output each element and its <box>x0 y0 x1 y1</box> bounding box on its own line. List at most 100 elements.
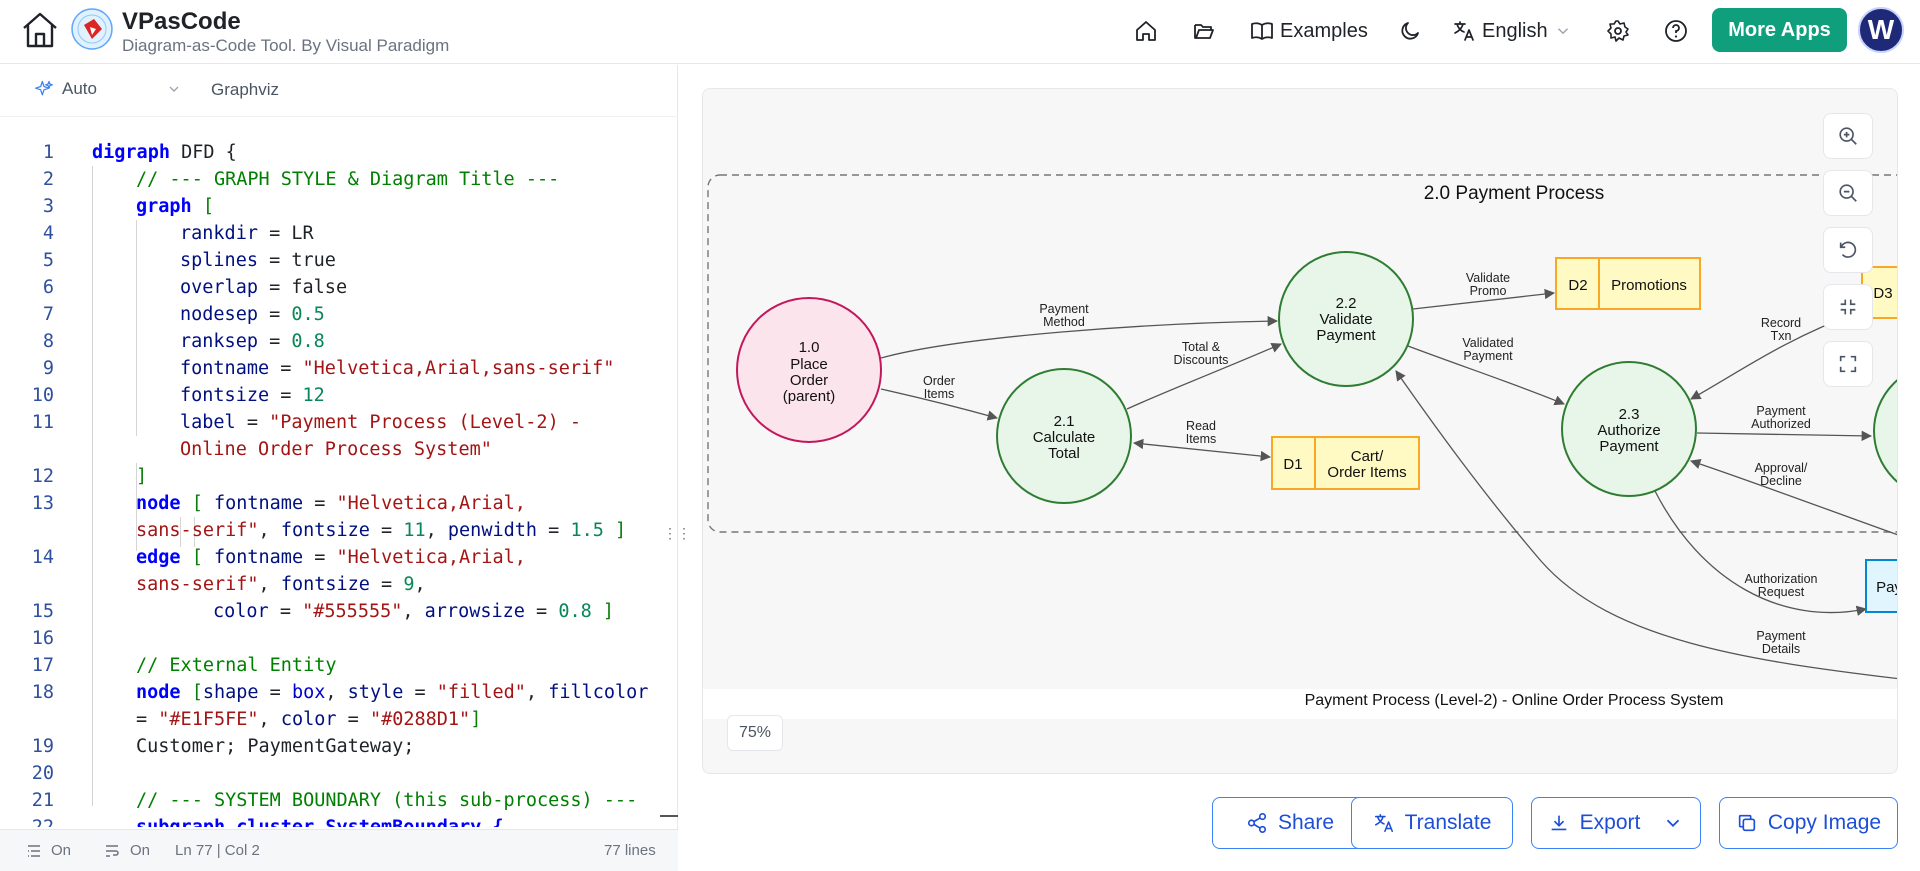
export-label: Export <box>1579 811 1641 834</box>
line-count: 77 lines <box>604 842 656 859</box>
mode-select[interactable]: Auto <box>34 79 97 99</box>
edge-label: Txn <box>1771 329 1792 343</box>
node-label: 1.0 <box>799 339 820 356</box>
mode-label: Auto <box>62 79 97 98</box>
fullscreen-icon <box>1839 355 1857 373</box>
store-id: D1 <box>1283 456 1302 473</box>
store-name: Cart/ <box>1351 448 1384 465</box>
examples-button[interactable]: Examples <box>1250 14 1368 48</box>
edge-label: Validated <box>1462 336 1513 350</box>
edge-label: Details <box>1762 642 1800 656</box>
node-label: Place <box>790 356 828 373</box>
settings-button[interactable] <box>1606 14 1630 48</box>
edge-label: Payment <box>1039 302 1089 316</box>
house-icon <box>1136 21 1156 41</box>
book-open-icon <box>1251 22 1273 40</box>
horizontal-scrollbar[interactable] <box>660 815 678 817</box>
download-icon <box>1551 815 1566 831</box>
edge-label: Authorization <box>1745 572 1818 586</box>
edge-label: Promo <box>1470 284 1507 298</box>
share-label: Share <box>1277 811 1335 834</box>
engine-select[interactable]: Graphviz <box>211 80 279 100</box>
export-button[interactable]: Export <box>1531 797 1701 849</box>
translate-label: Translate <box>1404 811 1492 834</box>
wrap-text-icon <box>106 845 119 857</box>
store-name: Promotions <box>1611 277 1687 294</box>
translate-icon <box>1374 813 1393 833</box>
app-title: VPasCode <box>122 8 241 35</box>
edge-label: Method <box>1043 315 1085 329</box>
status-bar: On On Ln 77 | Col 2 77 lines <box>0 829 678 871</box>
minimize-arrows-icon <box>1840 299 1856 315</box>
translate-button[interactable]: Translate <box>1351 797 1513 849</box>
pane-resize-handle[interactable]: ⋮⋮ <box>663 520 691 546</box>
edge-label: Discounts <box>1174 353 1229 367</box>
minimap-status[interactable]: On <box>130 842 150 859</box>
copy-image-label: Copy Image <box>1767 811 1882 834</box>
entity-label: Pay <box>1876 579 1898 596</box>
indent-guide <box>92 166 93 806</box>
edge-label: Total & <box>1182 340 1221 354</box>
code-editor-pane: Auto Graphviz 1 digraph DFD { 2// --- GRA… <box>0 65 691 871</box>
copy-image-button[interactable]: Copy Image <box>1719 797 1898 849</box>
node-label: Payment <box>1316 327 1376 344</box>
code-area[interactable]: 1 digraph DFD { 2// --- GRAPH STYLE & Dia… <box>0 139 666 827</box>
theme-toggle-button[interactable] <box>1398 14 1422 48</box>
app-subtitle: Diagram-as-Code Tool. By Visual Paradigm <box>122 36 450 55</box>
home-icon[interactable] <box>20 10 60 50</box>
reset-view-button[interactable] <box>1823 227 1873 273</box>
edge-label: Decline <box>1760 474 1802 488</box>
share-icon <box>1247 813 1267 833</box>
store-id: D3 <box>1873 285 1892 302</box>
rotate-ccw-icon <box>1839 241 1857 258</box>
edge-label: Request <box>1758 585 1805 599</box>
edge-label: Validate <box>1466 271 1510 285</box>
store-name: Order Items <box>1327 464 1406 481</box>
app-logo <box>71 8 113 50</box>
open-folder-button[interactable] <box>1192 14 1216 48</box>
node-label: Total <box>1048 445 1080 462</box>
sparkle-icon <box>35 80 53 96</box>
chevron-down-icon <box>1557 28 1568 35</box>
node-label: Authorize <box>1597 422 1660 439</box>
diagram-footer-label: Payment Process (Level-2) - Online Order… <box>1305 692 1724 709</box>
share-button[interactable]: Share <box>1212 797 1368 849</box>
node-label: Order <box>790 372 828 389</box>
fullscreen-button[interactable] <box>1823 341 1873 387</box>
cursor-position: Ln 77 | Col 2 <box>175 842 260 859</box>
node-label: Payment <box>1599 438 1659 455</box>
edge-label: Record <box>1761 316 1801 330</box>
chevron-down-icon[interactable] <box>166 81 182 97</box>
user-avatar[interactable]: W <box>1858 7 1904 53</box>
language-select[interactable]: English <box>1452 14 1572 48</box>
language-label: English <box>1482 19 1548 42</box>
app-header: VPasCode Diagram-as-Code Tool. By Visual… <box>0 0 1920 64</box>
node-label: 2.3 <box>1619 406 1640 423</box>
dfd-diagram: Payment Method Order Items Total & Disco… <box>703 174 1898 719</box>
edge-label: Payment <box>1756 404 1806 418</box>
nav-home-button[interactable] <box>1134 14 1158 48</box>
zoom-out-button[interactable] <box>1823 170 1873 216</box>
edge-label: Items <box>924 387 955 401</box>
fit-to-screen-button[interactable] <box>1823 284 1873 330</box>
more-apps-button[interactable]: More Apps <box>1712 8 1847 52</box>
zoom-in-button[interactable] <box>1823 113 1873 159</box>
diagram-preview[interactable]: Payment Method Order Items Total & Disco… <box>702 88 1898 774</box>
zoom-out-icon <box>1839 184 1857 202</box>
edge-label: Approval/ <box>1755 461 1808 475</box>
help-circle-icon <box>1665 20 1687 42</box>
edge-label: Items <box>1186 432 1217 446</box>
edge-label: Read <box>1186 419 1216 433</box>
wrap-status[interactable]: On <box>51 842 71 859</box>
examples-label: Examples <box>1280 19 1368 42</box>
folder-open-icon <box>1194 24 1214 39</box>
zoom-in-icon <box>1839 127 1857 145</box>
node-label: Calculate <box>1033 429 1096 446</box>
list-icon <box>28 845 40 857</box>
edge-label: Payment <box>1463 349 1513 363</box>
zoom-level-indicator: 75% <box>727 715 783 751</box>
node-label: 2.2 <box>1336 295 1357 312</box>
help-button[interactable] <box>1664 14 1688 48</box>
chevron-down-icon <box>1667 819 1680 828</box>
edge-label: Authorized <box>1751 417 1811 431</box>
